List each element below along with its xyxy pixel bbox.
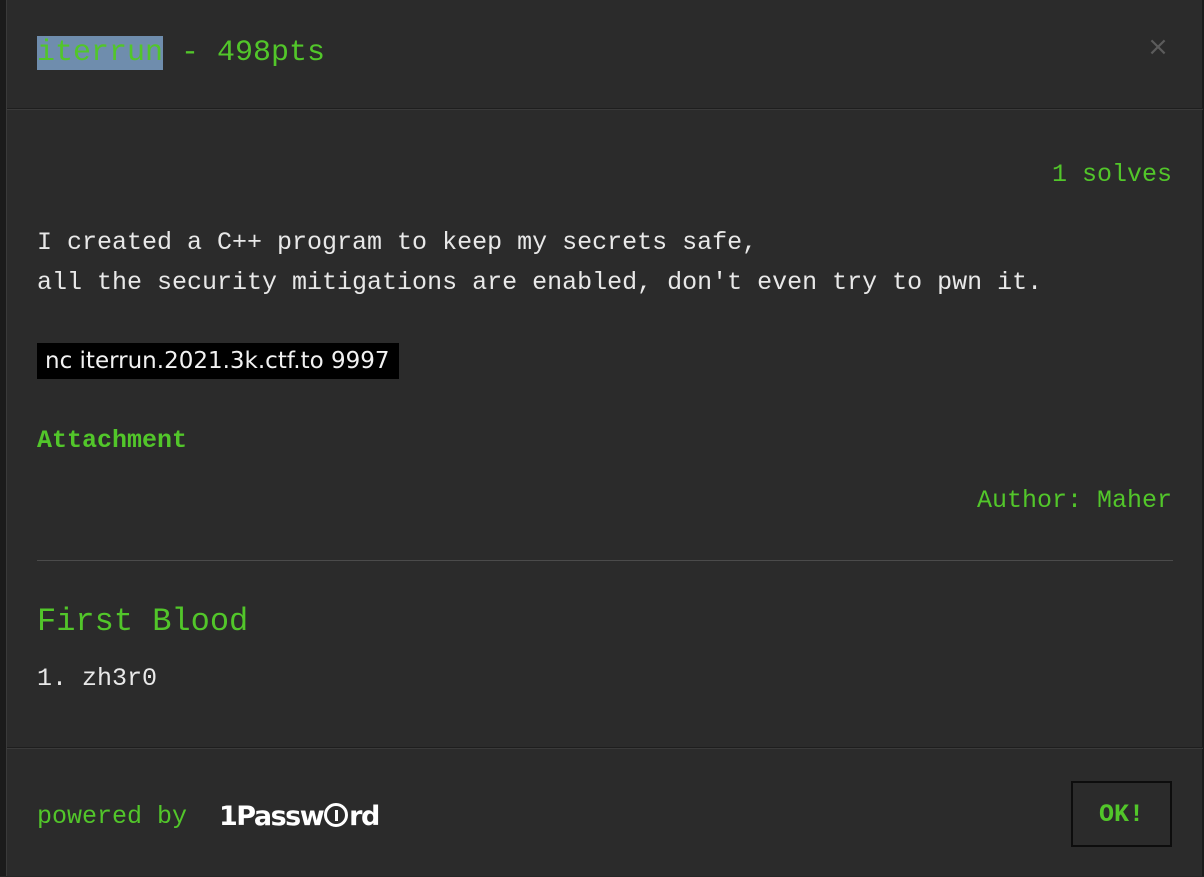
solves-count: 1 solves — [1051, 160, 1172, 189]
onepassword-logo: 1Passw rd — [219, 800, 380, 834]
first-blood-heading: First Blood — [37, 603, 249, 640]
keyhole-icon — [324, 803, 349, 827]
challenge-name: iterrun — [37, 36, 164, 70]
challenge-points: - 498pts — [163, 36, 326, 70]
connection-command: nc iterrun.2021.3k.ctf.to 9997 — [37, 343, 399, 379]
challenge-modal: iterrun - 498pts × 1 solves I created a … — [6, 0, 1203, 877]
close-icon[interactable]: × — [1145, 34, 1171, 60]
ok-button[interactable]: OK! — [1071, 781, 1172, 847]
challenge-description: I created a C++ program to keep my secre… — [37, 223, 1042, 303]
modal-footer: powered by 1Passw rd OK! — [7, 747, 1203, 877]
author-label: Author: Maher — [976, 486, 1172, 515]
first-blood-list: 1. zh3r0 — [37, 662, 157, 696]
description-line: all the security mitigations are enabled… — [37, 268, 1043, 297]
logo-text-part2: rd — [349, 801, 380, 832]
logo-text-part1: 1Passw — [219, 801, 325, 832]
powered-by-label: powered by — [37, 802, 188, 831]
modal-body: 1 solves I created a C++ program to keep… — [7, 110, 1203, 746]
divider — [37, 560, 1173, 561]
modal-header: iterrun - 498pts × — [7, 0, 1203, 109]
attachment-link[interactable]: Attachment — [37, 424, 187, 458]
list-item: 1. zh3r0 — [37, 664, 158, 693]
description-line: I created a C++ program to keep my secre… — [37, 228, 758, 257]
modal-title: iterrun - 498pts — [37, 33, 325, 73]
